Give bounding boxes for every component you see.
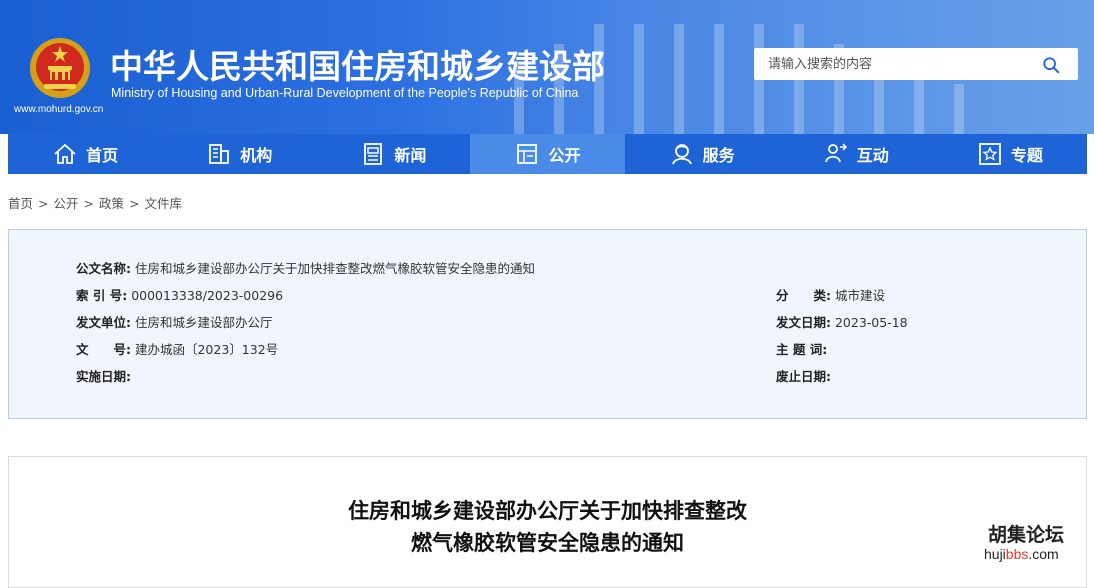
nav-label-org: 机构 — [240, 146, 273, 165]
doc-category-value: 城市建设 — [834, 288, 885, 303]
public-icon — [517, 144, 538, 164]
nav-label-news: 新闻 — [394, 146, 427, 165]
doc-index-label: 索 引 号: — [76, 288, 128, 303]
doc-date-row: 发文日期: 2023-05-18 — [776, 312, 908, 331]
doc-expire-label: 废止日期: — [776, 369, 831, 384]
site-url: www.mohurd.gov.cn — [14, 104, 104, 115]
topic-icon — [979, 143, 1001, 165]
doc-issuer-value: 住房和城乡建设部办公厅 — [134, 315, 273, 330]
org-icon — [209, 144, 230, 164]
breadcrumb-policy[interactable]: 政策 — [99, 196, 124, 211]
doc-name-row: 公文名称: 住房和城乡建设部办公厅关于加快排查整改燃气橡胶软管安全隐患的通知 — [76, 258, 535, 277]
search-input[interactable] — [768, 55, 1028, 73]
nav-item-interact[interactable]: 互动 — [779, 134, 933, 174]
doc-date-label: 发文日期: — [776, 315, 831, 330]
doc-date-value: 2023-05-18 — [834, 315, 908, 330]
doc-number-value: 建办城函〔2023〕132号 — [134, 342, 279, 357]
watermark-en-prefix: huji — [984, 546, 1006, 562]
breadcrumb-library[interactable]: 文件库 — [145, 196, 183, 211]
watermark-cn: 胡集论坛 — [988, 524, 1065, 546]
doc-name-label: 公文名称: — [76, 261, 131, 276]
breadcrumb-separator: > — [129, 196, 140, 211]
article-title-line2: 燃气橡胶软管安全隐患的通知 — [411, 531, 684, 555]
nav-item-topic[interactable]: 专题 — [933, 134, 1087, 174]
nav-label-service: 服务 — [702, 146, 735, 165]
doc-subject-label: 主 题 词: — [776, 342, 828, 357]
nav-label-interact: 互动 — [856, 146, 889, 165]
doc-number-label: 文 号: — [76, 342, 131, 357]
search-icon[interactable] — [1042, 56, 1060, 74]
nav-item-home[interactable]: 首页 — [8, 134, 162, 174]
breadcrumb-separator: > — [83, 196, 94, 211]
doc-effective-label: 实施日期: — [76, 369, 131, 384]
interact-icon — [824, 143, 847, 163]
search-box — [754, 48, 1078, 80]
site-header: www.mohurd.gov.cn 中华人民共和国住房和城乡建设部 Minist… — [0, 0, 1094, 134]
breadcrumb-public[interactable]: 公开 — [54, 196, 79, 211]
news-icon — [364, 143, 383, 165]
doc-index-value: 000013338/2023-00296 — [131, 288, 284, 303]
doc-index-row: 索 引 号: 000013338/2023-00296 — [76, 285, 283, 304]
doc-issuer-row: 发文单位: 住房和城乡建设部办公厅 — [76, 312, 273, 331]
doc-issuer-label: 发文单位: — [76, 315, 131, 330]
nav-label-home: 首页 — [86, 146, 119, 165]
watermark-en-suffix: .com — [1028, 546, 1059, 562]
national-emblem-icon — [30, 38, 90, 98]
doc-category-row: 分 类: 城市建设 — [776, 285, 885, 304]
ministry-title-cn: 中华人民共和国住房和城乡建设部 — [110, 47, 605, 86]
doc-effective-row: 实施日期: — [76, 366, 131, 385]
watermark-en: hujibbs.com — [984, 546, 1059, 562]
nav-item-news[interactable]: 新闻 — [316, 134, 470, 174]
breadcrumb: 首页 > 公开 > 政策 > 文件库 — [8, 193, 182, 212]
nav-label-topic: 专题 — [1010, 146, 1043, 165]
service-icon — [671, 144, 692, 165]
nav-item-service[interactable]: 服务 — [625, 134, 779, 174]
home-icon — [54, 143, 76, 164]
nav-label-public: 公开 — [548, 146, 581, 165]
doc-name-value: 住房和城乡建设部办公厅关于加快排查整改燃气橡胶软管安全隐患的通知 — [134, 261, 535, 276]
nav-item-public[interactable]: 公开 — [470, 134, 625, 174]
article-title-line1: 住房和城乡建设部办公厅关于加快排查整改 — [348, 499, 747, 523]
nav-item-org[interactable]: 机构 — [162, 134, 316, 174]
article-body: 住房和城乡建设部办公厅关于加快排查整改 燃气橡胶软管安全隐患的通知 — [8, 456, 1087, 588]
doc-number-row: 文 号: 建办城函〔2023〕132号 — [76, 339, 278, 358]
watermark-en-highlight: bbs — [1005, 546, 1029, 562]
breadcrumb-separator: > — [38, 196, 49, 211]
doc-category-label: 分 类: — [776, 288, 831, 303]
doc-subject-row: 主 题 词: — [776, 339, 827, 358]
main-nav: 首页 机构 新闻 公开 服务 互动 专题 — [8, 134, 1087, 174]
document-info-panel: 公文名称: 住房和城乡建设部办公厅关于加快排查整改燃气橡胶软管安全隐患的通知 索… — [8, 229, 1087, 419]
ministry-title-en: Ministry of Housing and Urban-Rural Deve… — [111, 86, 579, 100]
doc-expire-row: 废止日期: — [776, 366, 831, 385]
breadcrumb-home[interactable]: 首页 — [8, 196, 33, 211]
